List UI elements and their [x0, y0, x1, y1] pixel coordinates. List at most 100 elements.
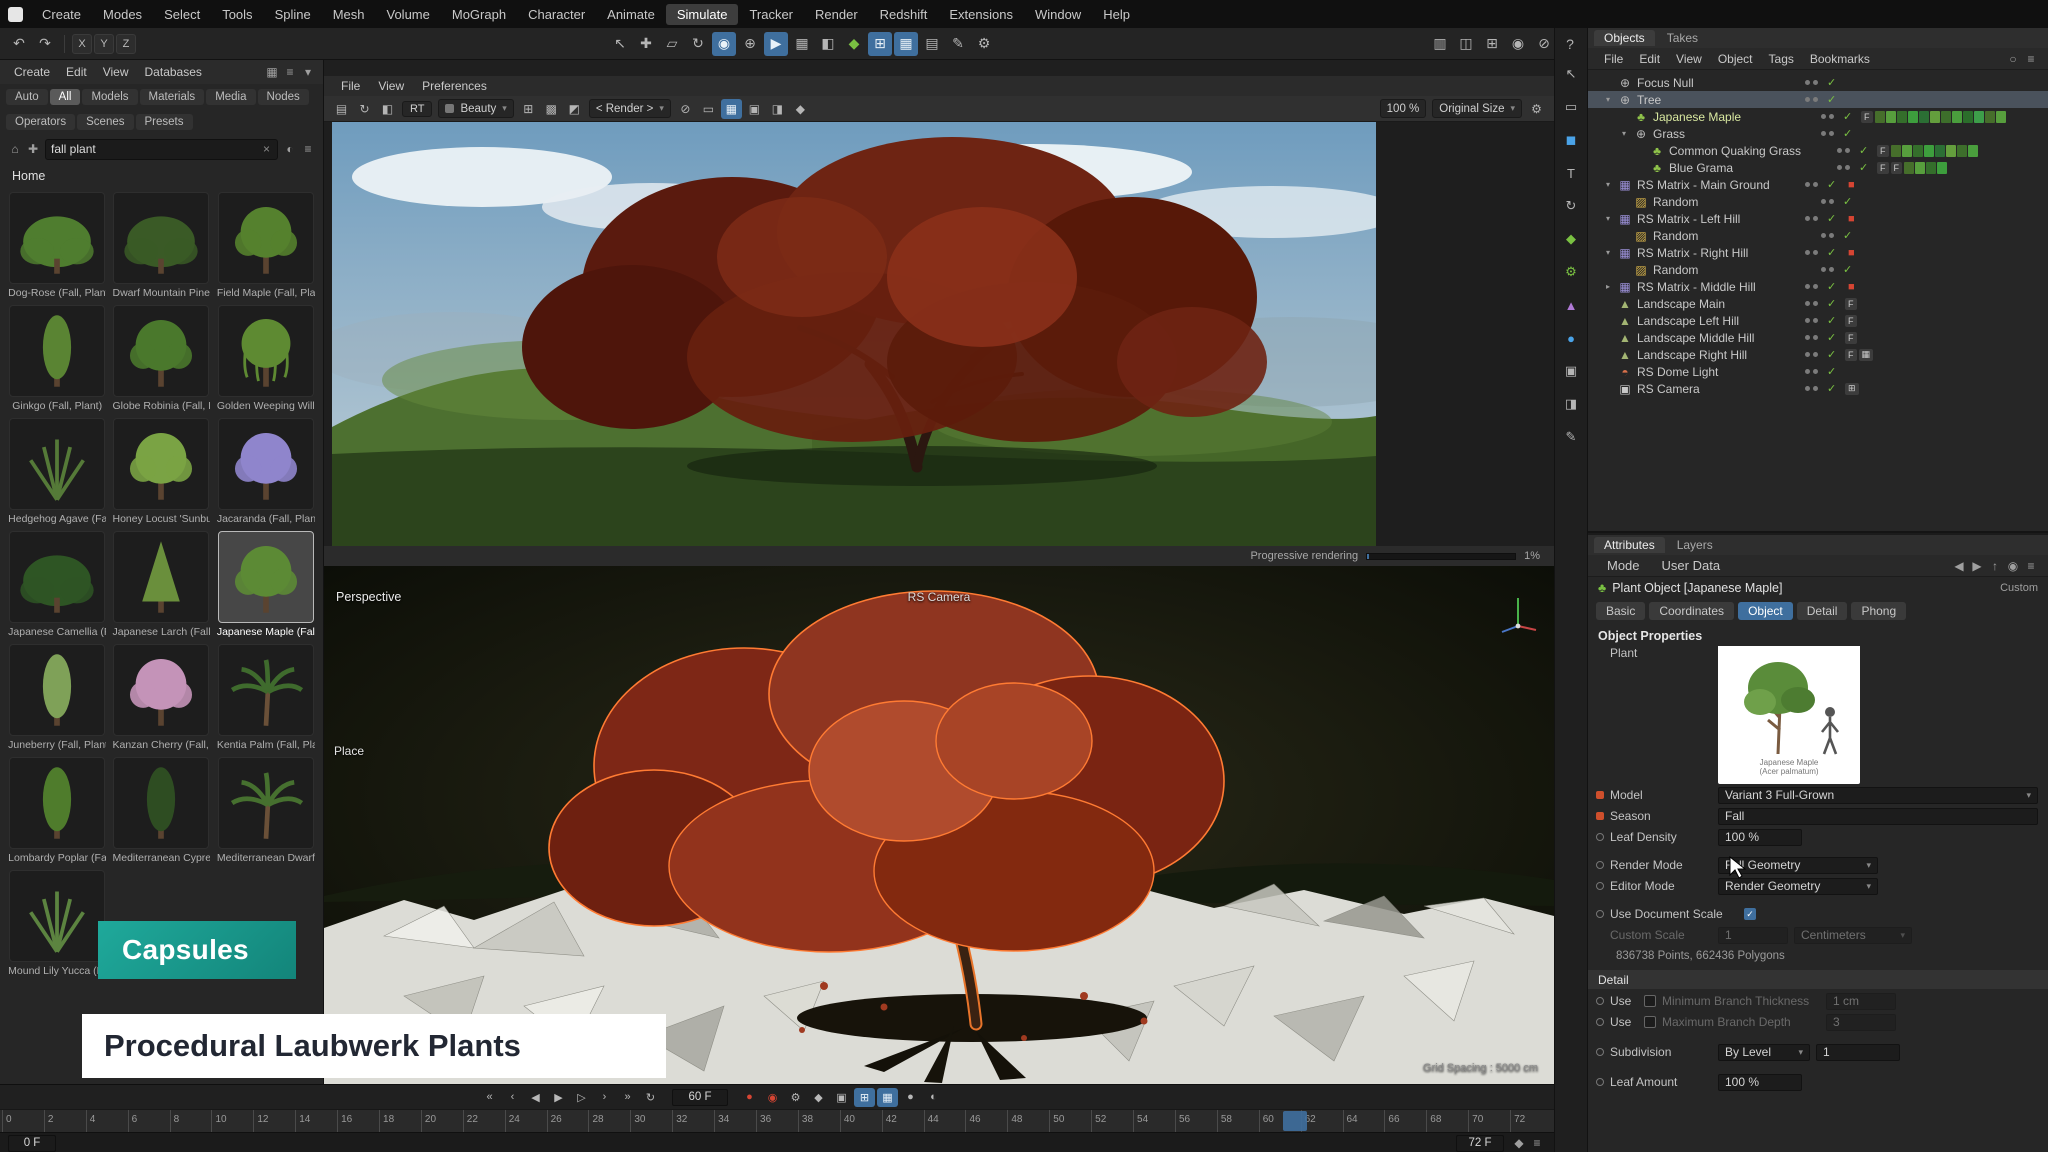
menu-item-redshift[interactable]: Redshift	[869, 4, 939, 25]
render-mode-select[interactable]: Full Geometry▾	[1718, 857, 1878, 874]
enabled-check-icon[interactable]: ✓	[1843, 110, 1861, 123]
interactive-render-icon[interactable]: ◧	[816, 32, 840, 56]
object-tag-icon[interactable]: F	[1845, 315, 1857, 327]
menu-item-mesh[interactable]: Mesh	[322, 4, 376, 25]
sec-tab-phong[interactable]: Phong	[1851, 602, 1906, 620]
max-branch-checkbox[interactable]	[1644, 1016, 1656, 1028]
anim-dot[interactable]	[1596, 791, 1604, 799]
min-branch-field[interactable]: 1 cm	[1826, 993, 1896, 1010]
enabled-check-icon[interactable]: ✓	[1859, 144, 1877, 157]
visibility-dots[interactable]	[1821, 199, 1843, 204]
modeling-axis-icon[interactable]: ✎	[946, 32, 970, 56]
add-folder-icon[interactable]: ✚	[24, 140, 42, 158]
asset-tile[interactable]: Golden Weeping Willo...	[217, 305, 315, 412]
enabled-check-icon[interactable]: ✓	[1827, 314, 1845, 327]
expand-arrow[interactable]: ▾	[1606, 180, 1617, 189]
play-icon[interactable]: ▶	[548, 1088, 569, 1107]
object-tag-icon[interactable]: F	[1845, 298, 1857, 310]
grid-toggle-icon[interactable]: ▦	[721, 99, 742, 119]
enabled-check-icon[interactable]: ✓	[1827, 246, 1845, 259]
menu-item-view[interactable]: View	[369, 78, 413, 94]
expand-arrow[interactable]: ▾	[1606, 95, 1617, 104]
live-selection-icon[interactable]: ↖	[608, 32, 632, 56]
rt-toggle-button[interactable]: RT	[402, 101, 432, 117]
ptab-objects[interactable]: Objects	[1594, 30, 1655, 46]
asset-tile[interactable]: Juneberry (Fall, Plant)	[8, 644, 106, 751]
menu-item-select[interactable]: Select	[153, 4, 211, 25]
expand-arrow[interactable]: ▾	[1606, 248, 1617, 257]
tool-gear-icon[interactable]: ⚙	[972, 32, 996, 56]
chip-materials[interactable]: Materials	[140, 89, 205, 105]
alpha-icon[interactable]: ◩	[564, 99, 585, 119]
menu-item-help[interactable]: Help	[1092, 4, 1141, 25]
render-view-gear-icon[interactable]: ⚙	[1526, 99, 1547, 119]
anim-dot[interactable]	[1596, 910, 1604, 918]
enabled-check-icon[interactable]: ✓	[1827, 93, 1845, 106]
menu-item-extensions[interactable]: Extensions	[938, 4, 1024, 25]
anim-dot[interactable]	[1596, 833, 1604, 841]
breadcrumb[interactable]: Home	[0, 164, 323, 188]
enabled-check-icon[interactable]: ✓	[1827, 348, 1845, 361]
max-branch-field[interactable]: 3	[1826, 1014, 1896, 1031]
rendered-image[interactable]	[324, 122, 1554, 546]
snapshot-icon[interactable]: ▣	[744, 99, 765, 119]
display-toggle-icon[interactable]: ◨	[1558, 392, 1584, 416]
redshift-tag-icon[interactable]: ■	[1845, 213, 1858, 225]
loop-icon[interactable]: ↻	[640, 1088, 661, 1107]
menu-item-volume[interactable]: Volume	[376, 4, 441, 25]
object-tag-icon[interactable]: F	[1861, 111, 1873, 123]
app-logo-icon[interactable]	[8, 7, 23, 22]
enabled-check-icon[interactable]: ✓	[1843, 127, 1861, 140]
timeline-options-icon[interactable]: ≡	[1528, 1134, 1546, 1152]
next-key-icon[interactable]: ›	[594, 1088, 615, 1107]
zoom-field[interactable]: 100 %	[1380, 99, 1427, 118]
menu-item-modes[interactable]: Modes	[92, 4, 153, 25]
menu-item-create[interactable]: Create	[6, 63, 58, 81]
menu-item-spline[interactable]: Spline	[264, 4, 322, 25]
ab-split-icon[interactable]: ◨	[767, 99, 788, 119]
enabled-check-icon[interactable]: ✓	[1827, 297, 1845, 310]
object-tree-row[interactable]: ▾▦RS Matrix - Left Hill✓■	[1588, 210, 2048, 227]
expand-arrow[interactable]: ▾	[1622, 129, 1633, 138]
current-frame-field[interactable]: 60 F	[672, 1089, 728, 1106]
min-branch-checkbox[interactable]	[1644, 995, 1656, 1007]
workplane-icon[interactable]: ▤	[920, 32, 944, 56]
anim-dot[interactable]	[1596, 882, 1604, 890]
visibility-dots[interactable]	[1821, 114, 1843, 119]
key-scale-icon[interactable]: ▣	[831, 1088, 852, 1107]
asset-tile[interactable]: Mediterranean Cypres...	[112, 757, 210, 864]
refresh-render-icon[interactable]: ↻	[354, 99, 375, 119]
leaf-amount-field[interactable]: 100 %	[1718, 1074, 1802, 1091]
asset-tile[interactable]: Dwarf Mountain Pine (...	[112, 192, 210, 299]
asset-tile[interactable]: Field Maple (Fall, Plant)	[217, 192, 315, 299]
object-tag-icon[interactable]: F	[1891, 162, 1903, 174]
material-swatches[interactable]	[1904, 162, 1947, 174]
menu-item-file[interactable]: File	[332, 78, 369, 94]
autokey-icon[interactable]: ◉	[762, 1088, 783, 1107]
anim-dot[interactable]	[1596, 1048, 1604, 1056]
menu-item-window[interactable]: Window	[1024, 4, 1092, 25]
menu-item-tags[interactable]: Tags	[1761, 51, 1802, 67]
menu-item-databases[interactable]: Databases	[137, 63, 210, 81]
range-end-field[interactable]: 72 F	[1456, 1135, 1504, 1152]
pin-icon[interactable]: ◉	[2004, 557, 2022, 575]
search-input[interactable]	[51, 142, 261, 156]
anim-dot[interactable]	[1596, 861, 1604, 869]
chip-all[interactable]: All	[50, 89, 81, 105]
object-tree-row[interactable]: ▾⊕Tree✓	[1588, 91, 2048, 108]
menu-item-edit[interactable]: Edit	[1631, 51, 1668, 67]
history-back-icon[interactable]: ◀	[1950, 557, 1968, 575]
rotate-tool-icon[interactable]: ↻	[686, 32, 710, 56]
asset-tile[interactable]: Japanese Larch (Fall, ...	[112, 531, 210, 638]
asset-tile[interactable]: Kentia Palm (Fall, Plant)	[217, 644, 315, 751]
visibility-dots[interactable]	[1805, 369, 1827, 374]
object-tree-row[interactable]: ▲Landscape Middle Hill✓F	[1588, 329, 2048, 346]
layout-icon[interactable]: ▥	[1428, 32, 1452, 56]
material-swatches[interactable]	[1875, 111, 2006, 123]
save-image-icon[interactable]: ▤	[331, 99, 352, 119]
menu-item-create[interactable]: Create	[31, 4, 92, 25]
denoise-icon[interactable]: ◆	[790, 99, 811, 119]
grid-view-icon[interactable]: ▦	[263, 63, 281, 81]
visibility-dots[interactable]	[1805, 301, 1827, 306]
object-tree-row[interactable]: ♣Blue Grama✓FF	[1588, 159, 2048, 176]
